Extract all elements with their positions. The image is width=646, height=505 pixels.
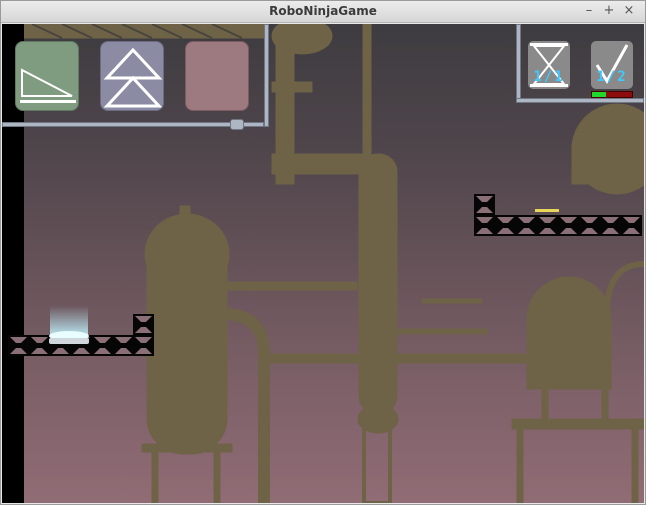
- title-bar[interactable]: RoboNinjaGame – + ×: [1, 1, 645, 23]
- hud-frame-pipe: [2, 122, 264, 127]
- goal-counter[interactable]: 1/2: [591, 41, 633, 89]
- hud-frame-pipe: [264, 24, 269, 127]
- goal-counter-text: 1/2: [596, 69, 628, 85]
- platform-block: [621, 215, 642, 236]
- slide-button[interactable]: [15, 41, 79, 111]
- game-window: RoboNinjaGame – + × 1/1 1/2: [0, 0, 646, 505]
- platform-block: [495, 215, 516, 236]
- spawn-point: [49, 306, 89, 344]
- ramp-slide-icon: [20, 68, 76, 103]
- hud-frame-pipe: [516, 98, 644, 103]
- maximize-icon[interactable]: +: [601, 3, 617, 19]
- hud-frame-pipe: [516, 24, 521, 102]
- timer-counter[interactable]: 1/1: [528, 41, 570, 89]
- platform-block: [133, 314, 154, 335]
- empty-ability-slot[interactable]: [185, 41, 249, 111]
- window-title: RoboNinjaGame: [269, 4, 377, 18]
- platform-block: [579, 215, 600, 236]
- goal-marker: [535, 209, 559, 212]
- game-viewport[interactable]: 1/1 1/2: [2, 24, 644, 503]
- platform-block: [600, 215, 621, 236]
- platform-block: [474, 194, 495, 215]
- timer-counter-text: 1/1: [533, 69, 565, 85]
- double-arrow-up-icon: [103, 47, 163, 108]
- platform-block: [133, 335, 154, 356]
- minimize-icon[interactable]: –: [581, 3, 597, 19]
- pipe-joint: [230, 119, 244, 130]
- platform-block: [537, 215, 558, 236]
- background-factory-silhouette: [23, 24, 644, 503]
- health-bar: [591, 91, 633, 98]
- platform-block: [516, 215, 537, 236]
- health-bar-fill: [592, 92, 606, 97]
- platform-block: [8, 335, 29, 356]
- platform-block: [474, 215, 495, 236]
- jump-button[interactable]: [100, 41, 164, 111]
- platform-block: [558, 215, 579, 236]
- platform-block: [92, 335, 113, 356]
- platform-block: [113, 335, 134, 356]
- close-icon[interactable]: ×: [621, 3, 637, 19]
